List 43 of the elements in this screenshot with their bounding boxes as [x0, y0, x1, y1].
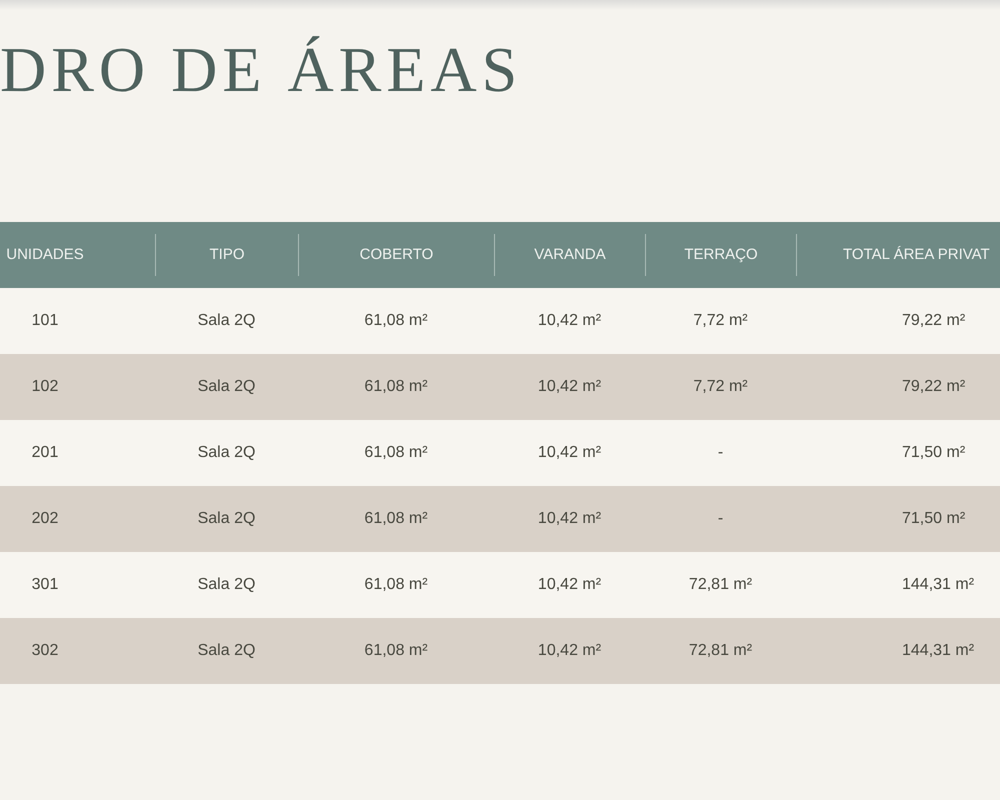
table-cell: 61,08 m²	[364, 576, 428, 593]
table-cell: 10,42 m²	[538, 378, 602, 395]
column-header: TERRAÇO	[684, 244, 758, 265]
table-cell: 144,31 m²	[902, 576, 974, 593]
table-cell: 144,31 m²	[902, 642, 974, 659]
table-cell: 7,72 m²	[693, 312, 748, 329]
column-header: TIPO	[209, 244, 244, 265]
table-cell: -	[718, 444, 724, 461]
table-cell: 71,50 m²	[902, 510, 966, 527]
table-cell: 301	[32, 576, 58, 593]
page-title: DRO DE ÁREAS	[0, 38, 522, 102]
table-cell: 79,22 m²	[902, 378, 966, 395]
table-cell: 10,42 m²	[538, 510, 602, 527]
table-cell: 302	[32, 642, 58, 659]
table-cell: 72,81 m²	[688, 576, 752, 593]
table-cell: 202	[32, 510, 58, 527]
table-cell: 201	[32, 444, 58, 461]
table-cell: -	[718, 510, 724, 527]
column-header: COBERTO	[360, 244, 434, 265]
table-cell: 61,08 m²	[364, 312, 428, 329]
table-cell: Sala 2Q	[198, 444, 256, 461]
table-cell: Sala 2Q	[198, 312, 256, 329]
table-cell: 79,22 m²	[902, 312, 966, 329]
table-cell: Sala 2Q	[198, 642, 256, 659]
column-header: VARANDA	[534, 244, 606, 265]
table-cell: 7,72 m²	[693, 378, 748, 395]
table-cell: 72,81 m²	[688, 642, 752, 659]
table-cell: Sala 2Q	[198, 378, 256, 395]
table-cell: 61,08 m²	[364, 378, 428, 395]
table-cell: 10,42 m²	[538, 576, 602, 593]
table-cell: 101	[32, 312, 58, 329]
table-cell: Sala 2Q	[198, 576, 256, 593]
table-cell: Sala 2Q	[198, 510, 256, 527]
column-header: UNIDADES	[6, 244, 84, 265]
table-cell: 10,42 m²	[538, 444, 602, 461]
table-cell: 71,50 m²	[902, 444, 966, 461]
table-cell: 61,08 m²	[364, 444, 428, 461]
table-cell: 61,08 m²	[364, 642, 428, 659]
table-cell: 102	[32, 378, 58, 395]
table-cell: 61,08 m²	[364, 510, 428, 527]
table-cell: 10,42 m²	[538, 312, 602, 329]
table-cell: 10,42 m²	[538, 642, 602, 659]
column-header: TOTAL ÁREA PRIVAT	[843, 244, 990, 265]
